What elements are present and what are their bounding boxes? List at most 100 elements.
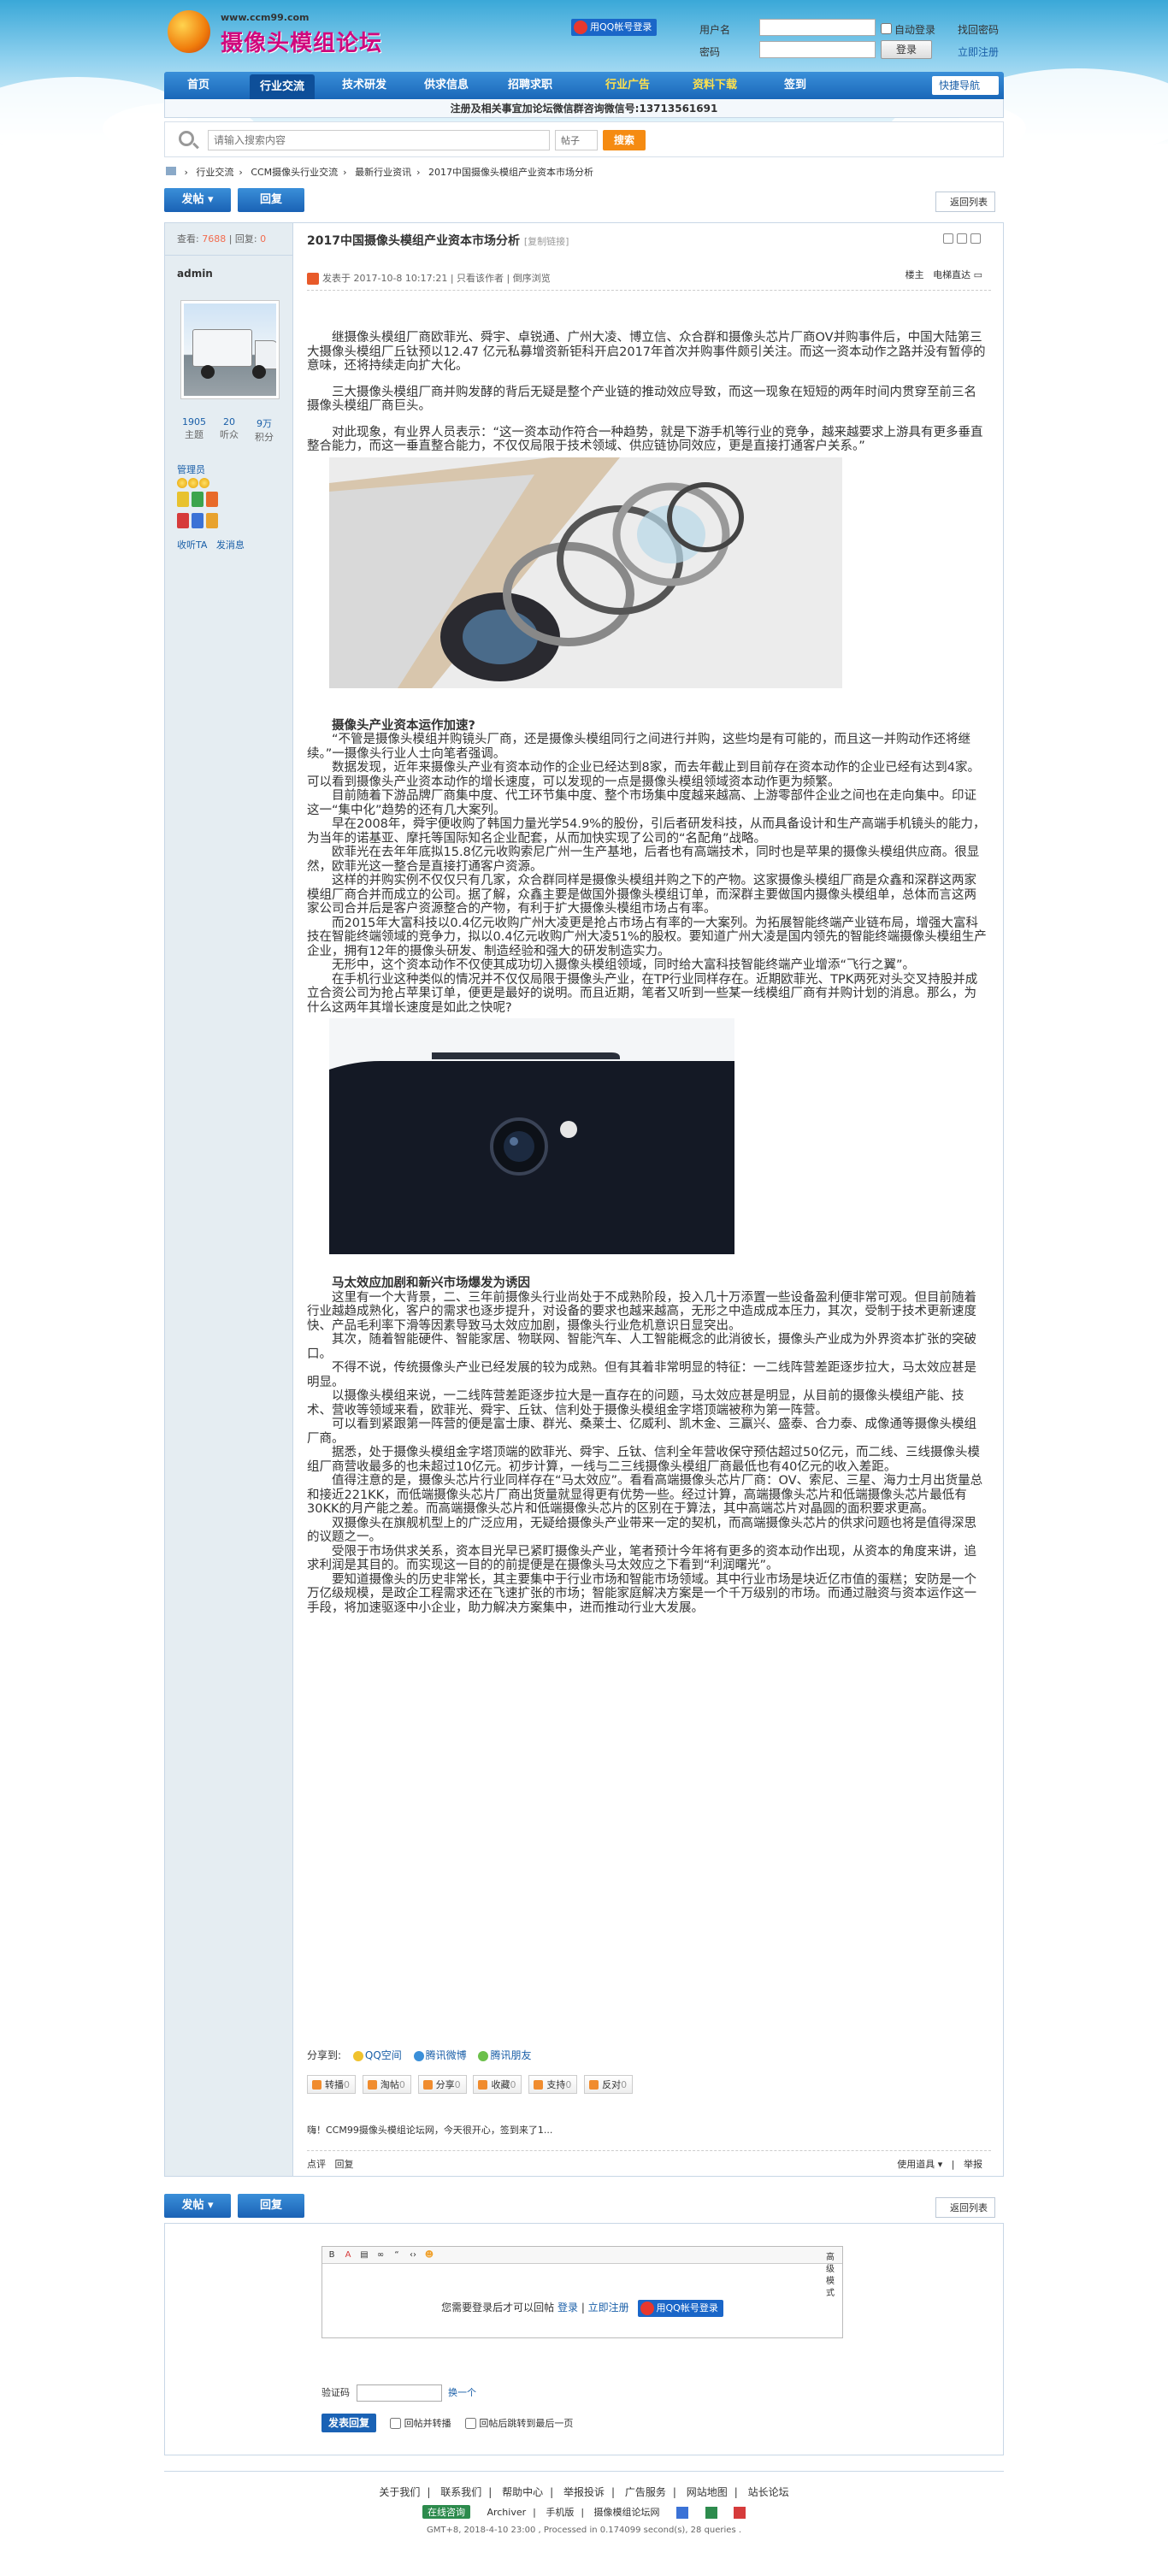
quick-reply: B A ▤ ∞ “ ‹› ☻ 高级模式 您需要登录后才可以回帖 登录 | 立即注册 用QQ帐… [164,2223,1004,2455]
reply-editor: B A ▤ ∞ “ ‹› ☻ 高级模式 您需要登录后才可以回帖 登录 | 立即注册 用QQ帐… [321,2246,843,2338]
reply-link[interactable]: 回复 [335,2159,354,2170]
nav-signin[interactable]: 签到 [763,72,828,99]
online-consult-badge[interactable]: 在线咨询 [422,2505,470,2519]
breadcrumb-item[interactable]: 最新行业资讯 [355,167,411,178]
home-icon[interactable] [166,167,176,175]
nav-tech[interactable]: 技术研发 [332,72,397,99]
reverse-link[interactable]: 倒序浏览 [513,273,551,284]
captcha-refresh[interactable]: 换一个 [448,2387,476,2398]
color-icon[interactable]: A [342,2249,354,2261]
image-icon[interactable]: ▤ [358,2249,370,2261]
avatar[interactable] [180,300,280,399]
footer-link[interactable]: 站长论坛 [748,2486,789,2498]
nav-downloads[interactable]: 资料下载 [682,72,747,99]
author-sidebar: 查看: 7688 | 回复: 0 admin 1905 主题 20 听众 9万 积分 … [165,223,293,2176]
footer-link[interactable]: 关于我们 [379,2486,420,2498]
login-prompt: 您需要登录后才可以回帖 登录 | 立即注册 用QQ帐号登录 [322,2300,842,2317]
post-icon [307,273,319,285]
footer-link[interactable]: 广告服务 [625,2486,666,2498]
footer-link[interactable]: 联系我们 [440,2486,481,2498]
prompt-qq-login[interactable]: 用QQ帐号登录 [637,2300,723,2317]
favorite-button[interactable]: 收藏0 [473,2075,522,2094]
prompt-register-link[interactable]: 立即注册 [588,2302,629,2314]
message-link[interactable]: 发消息 [216,539,245,551]
relay-button[interactable]: 转播0 [307,2075,356,2094]
site-name-link[interactable]: 摄像模组论坛网 [594,2507,660,2518]
share-button[interactable]: 分享0 [417,2075,467,2094]
find-password-link[interactable]: 找回密码 [958,22,999,37]
signature: 嗨！CCM99摄像头模组论坛网，今天很开心，签到来了1... [307,2125,553,2136]
password-input[interactable] [759,41,876,58]
copy-link[interactable]: [复制链接] [524,236,569,247]
smiley-icon[interactable]: ☻ [423,2249,435,2261]
archiver-link[interactable]: Archiver [487,2507,526,2518]
captcha-row: 验证码 换一个 [321,2384,476,2402]
code-icon[interactable]: ‹› [407,2249,419,2261]
share-tweibo[interactable]: 腾讯微博 [413,2048,467,2062]
search-type-select[interactable]: 帖子 [555,130,598,150]
only-author-link[interactable]: 只看该作者 [457,273,504,284]
reply-button-bottom[interactable]: 回复 [238,2194,304,2218]
share-tfriend[interactable]: 腾讯朋友 [478,2048,531,2062]
nav-ads[interactable]: 行业广告 [595,72,660,99]
username-label: 用户名 [699,24,731,36]
footer-link[interactable]: 举报投诉 [563,2486,605,2498]
back-to-list-button[interactable]: 返回列表 [935,192,995,212]
reply-button[interactable]: 回复 [238,188,304,212]
nav-jobs[interactable]: 招聘求职 [498,72,563,99]
auto-login-label: 自动登录 [894,24,936,36]
tao-button[interactable]: 淘帖0 [362,2075,411,2094]
advanced-mode-link[interactable]: 高级模式 [824,2252,836,2298]
search-button[interactable]: 搜索 [603,130,646,150]
trust-badge-icon[interactable] [676,2507,689,2519]
back-to-list-button-bottom[interactable]: 返回列表 [935,2197,995,2218]
bold-icon[interactable]: B [326,2249,338,2261]
breadcrumb-item[interactable]: 2017中国摄像头模组产业资本市场分析 [428,167,593,178]
quote-icon[interactable]: “ [391,2249,403,2261]
jump-last-checkbox[interactable] [464,2418,476,2429]
oppose-button[interactable]: 反对0 [584,2075,634,2094]
relay-checkbox[interactable] [389,2418,401,2429]
comment-link[interactable]: 点评 [307,2159,326,2170]
post-button[interactable]: 发帖 ▾ [164,188,231,212]
cert-badge-icon[interactable] [734,2507,746,2519]
thread-stats: 查看: 7688 | 回复: 0 [165,223,292,256]
auto-login-checkbox[interactable] [881,23,892,34]
qq-login-button[interactable]: 用QQ帐号登录 [571,19,658,36]
share-qzone[interactable]: QQ空间 [352,2048,402,2062]
jump-link[interactable]: 电梯直达 [933,269,970,280]
user-group[interactable]: 管理员 [177,463,205,476]
footer-link[interactable]: 帮助中心 [502,2486,543,2498]
link-icon[interactable]: ∞ [375,2249,386,2261]
notice-bar: 注册及相关事宜加论坛微信群咨询微信号:13713561691 [164,99,1004,118]
follow-link[interactable]: 收听TA [177,539,207,551]
quick-nav-button[interactable]: 快捷导航 [931,76,999,95]
prompt-login-link[interactable]: 登录 [557,2302,578,2314]
captcha-input[interactable] [356,2384,442,2402]
next-icon[interactable] [970,233,981,244]
tools-link[interactable]: 使用道具 [897,2159,935,2170]
register-link[interactable]: 立即注册 [958,44,999,59]
site-logo[interactable]: www.ccm99.com 摄像头模组论坛 [168,9,390,60]
prev-icon[interactable] [957,233,967,244]
post-foot-right: 使用道具 ▾ | 举报 [897,2159,982,2170]
nav-supply[interactable]: 供求信息 [414,72,479,99]
breadcrumb-item[interactable]: CCM摄像头行业交流 [251,167,338,178]
breadcrumb-item[interactable]: 行业交流 [196,167,233,178]
support-button[interactable]: 支持0 [528,2075,578,2094]
security-badge-icon[interactable] [705,2507,717,2519]
submit-reply-button[interactable]: 发表回复 [321,2414,377,2432]
page-title: 2017中国摄像头模组产业资本市场分析 [复制链接] [307,234,569,248]
nav-industry[interactable]: 行业交流 [250,74,315,99]
search-input[interactable] [208,130,550,150]
username-input[interactable] [759,19,876,36]
login-button[interactable]: 登录 [881,40,932,59]
author-name[interactable]: admin [177,268,213,280]
post-button-bottom[interactable]: 发帖 ▾ [164,2194,231,2218]
nav-home[interactable]: 首页 [173,72,224,99]
stat-points: 9万 [257,418,272,429]
print-icon[interactable] [943,233,953,244]
footer-link[interactable]: 网站地图 [687,2486,728,2498]
report-link[interactable]: 举报 [964,2159,982,2170]
mobile-link[interactable]: 手机版 [546,2507,574,2518]
